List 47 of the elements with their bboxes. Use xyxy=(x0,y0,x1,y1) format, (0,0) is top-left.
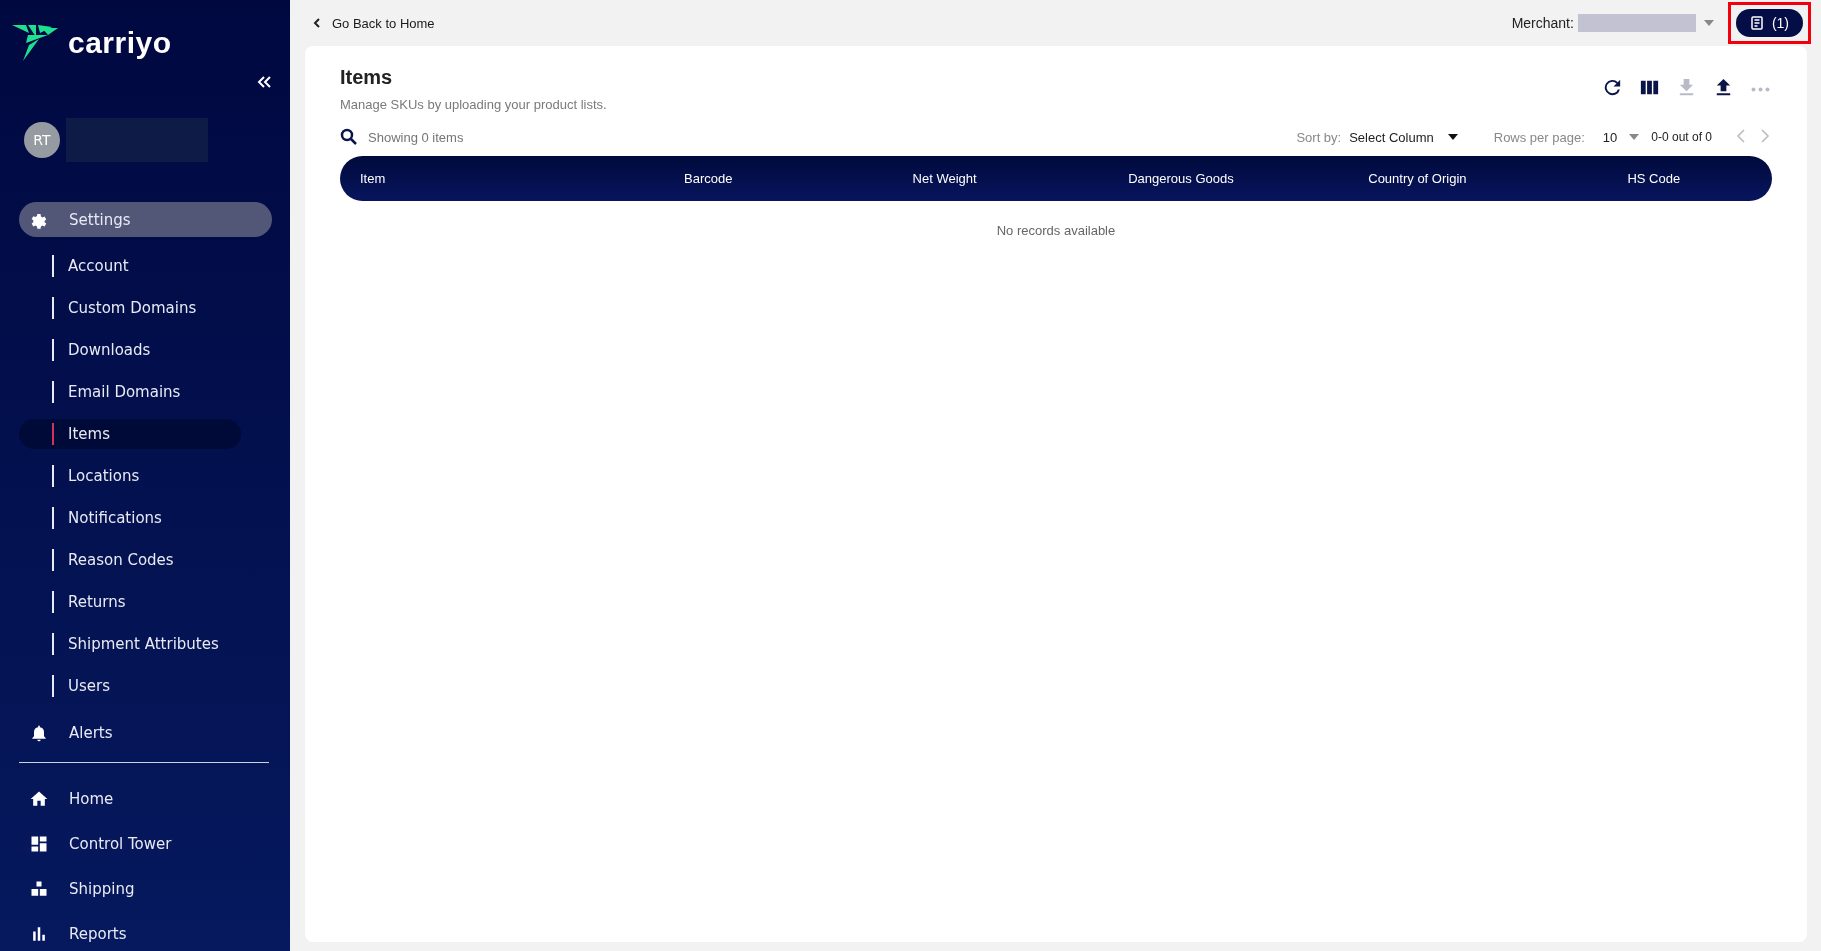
page-range: 0-0 out of 0 xyxy=(1651,130,1712,144)
page-subtitle: Manage SKUs by uploading your product lists. xyxy=(340,97,607,112)
logo-icon xyxy=(12,25,60,61)
nav-subitem[interactable]: Users xyxy=(19,671,241,701)
nav-subitem[interactable]: Email Domains xyxy=(19,377,241,407)
nav-item[interactable]: Settings xyxy=(19,202,272,237)
nav-subitem[interactable]: Items xyxy=(19,419,241,449)
back-link[interactable]: Go Back to Home xyxy=(312,15,435,31)
column-header: Country of Origin xyxy=(1367,171,1468,186)
nav-item[interactable]: Alerts xyxy=(19,715,272,750)
chevron-left-icon xyxy=(312,18,322,28)
nav-subitem[interactable]: Reason Codes xyxy=(19,545,241,575)
empty-message: No records available xyxy=(995,223,1117,238)
document-icon xyxy=(1749,16,1764,30)
nav-item[interactable]: Reports xyxy=(19,916,272,951)
search-field[interactable]: Showing 0 items xyxy=(368,129,568,145)
merchant-label: Merchant: xyxy=(1511,15,1574,31)
caret-icon xyxy=(1447,134,1458,140)
sort-label: Sort by: xyxy=(1296,129,1342,145)
column-header: Dangerous Goods xyxy=(1127,171,1235,186)
nav-subitem[interactable]: Custom Domains xyxy=(19,293,241,323)
search-icon xyxy=(340,128,358,146)
nav-subitem[interactable]: Account xyxy=(19,251,241,281)
brand-name: carriyo xyxy=(68,26,172,60)
nav-item[interactable]: Home xyxy=(19,781,272,816)
chevron-right-icon xyxy=(1760,129,1770,143)
more-icon xyxy=(1751,87,1770,92)
nav-subitem[interactable]: Locations xyxy=(19,461,241,491)
column-header: Net Weight xyxy=(911,171,978,186)
nav-item[interactable]: Control Tower xyxy=(19,826,272,861)
column-header: Barcode xyxy=(683,171,734,186)
rows-dropdown[interactable]: 10 xyxy=(1602,129,1640,145)
column-header: Item xyxy=(359,171,387,186)
nav-subitem[interactable]: Notifications xyxy=(19,503,241,533)
sort-dropdown[interactable]: Select Column xyxy=(1349,129,1458,145)
rows-label: Rows per page: xyxy=(1493,129,1585,145)
caret-icon xyxy=(1629,134,1640,140)
collapse-icon[interactable] xyxy=(256,74,272,90)
page-title: Items xyxy=(340,66,394,89)
nav-subitem[interactable]: Returns xyxy=(19,587,241,617)
chevron-left-icon xyxy=(1736,129,1746,143)
nav-subitem[interactable]: Shipment Attributes xyxy=(19,629,241,659)
nav-subitem[interactable]: Downloads xyxy=(19,335,241,365)
tasks-button[interactable]: (1) xyxy=(1735,9,1803,37)
nav-item[interactable]: Shipping xyxy=(19,871,272,906)
caret-icon[interactable] xyxy=(1703,20,1714,26)
column-header: HS Code xyxy=(1626,171,1682,186)
